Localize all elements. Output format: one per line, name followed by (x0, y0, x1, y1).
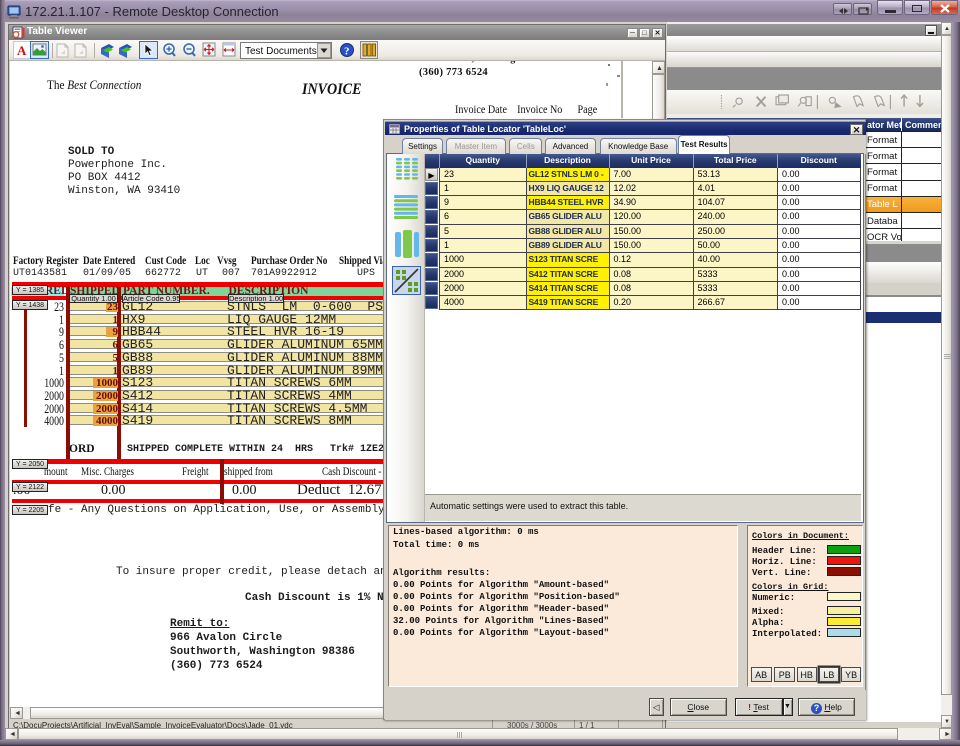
svg-text:A: A (17, 43, 27, 58)
svg-text:?: ? (344, 46, 350, 58)
svg-text:Test Documents: Test Documents (245, 46, 317, 57)
